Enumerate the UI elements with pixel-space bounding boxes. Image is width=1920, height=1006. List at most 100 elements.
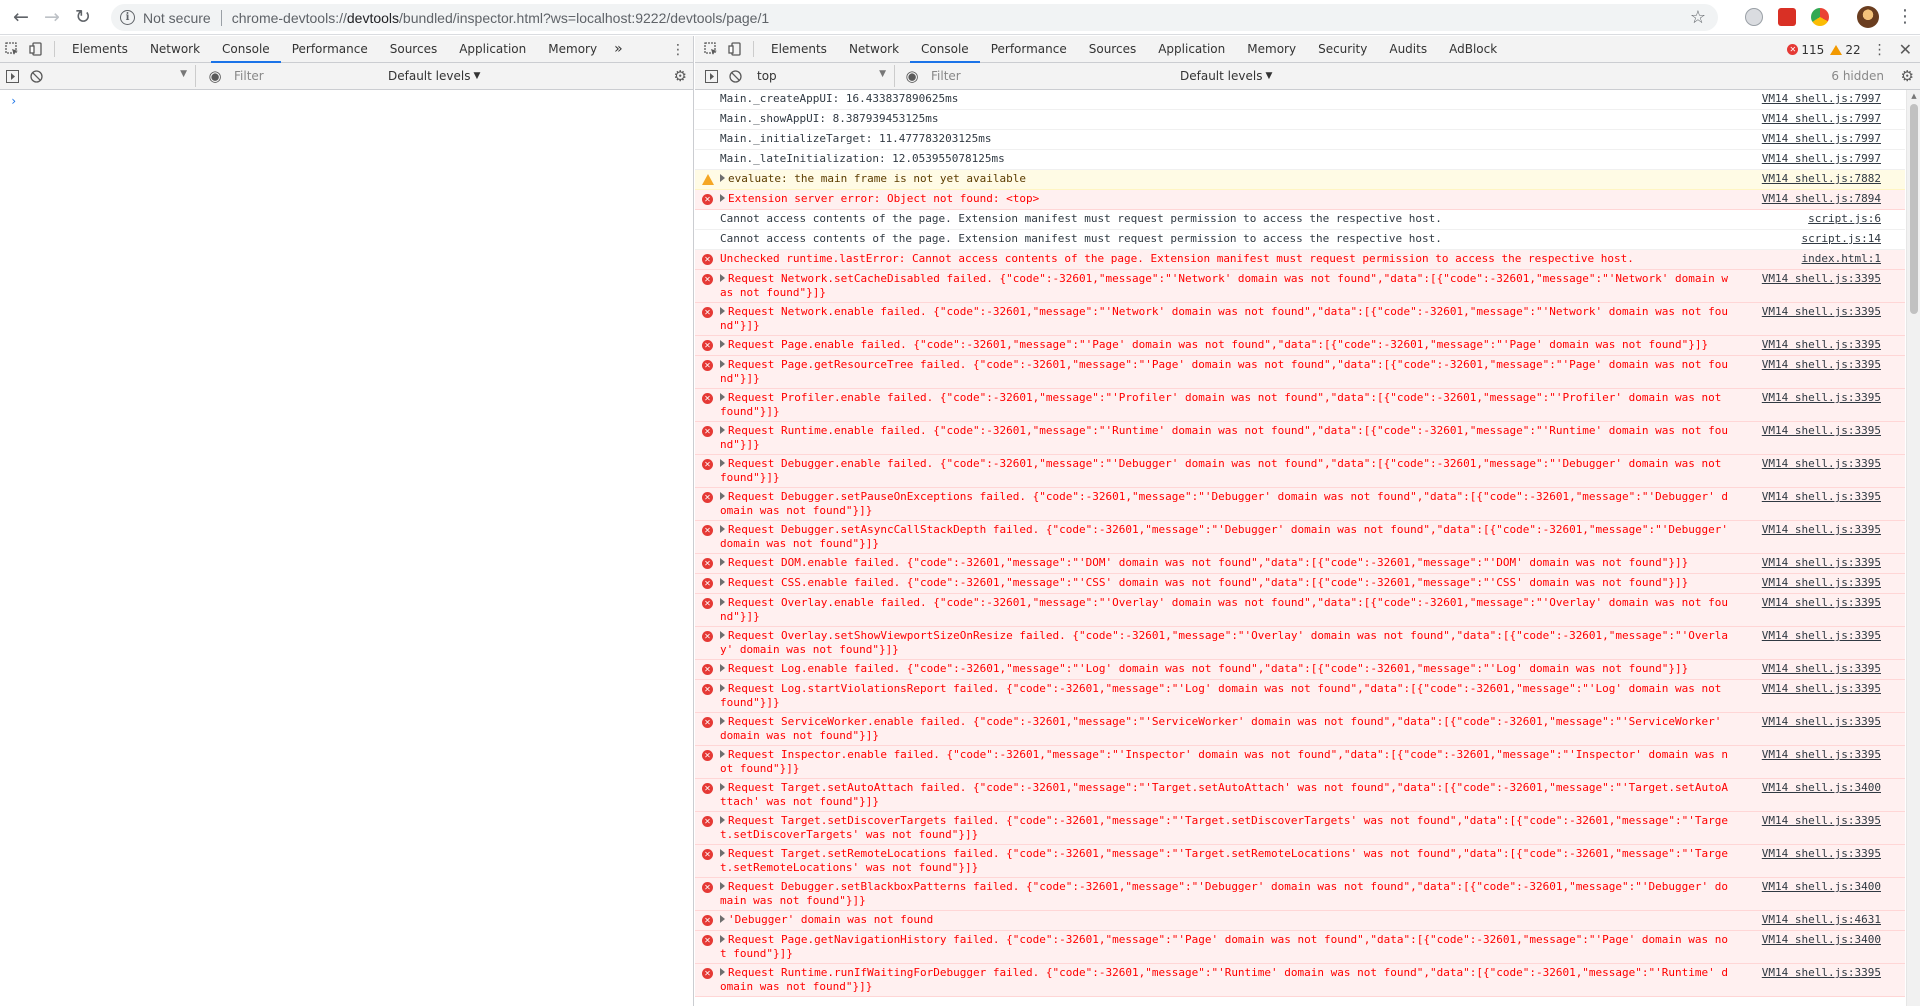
source-link[interactable]: script.js:14	[1802, 232, 1881, 246]
console-message[interactable]: ✕ Request Network.setCacheDisabled failed…	[695, 270, 1905, 303]
source-link[interactable]: VM14 shell.js:3395	[1762, 556, 1881, 570]
expand-triangle-icon[interactable]	[720, 578, 725, 586]
source-link[interactable]: VM14 shell.js:3395	[1762, 814, 1881, 828]
expand-triangle-icon[interactable]	[720, 194, 725, 202]
log-levels-dropdown[interactable]: Default levels ▼	[1180, 69, 1272, 83]
issue-counter[interactable]: ✕ 115 22	[1787, 43, 1861, 57]
scroll-thumb[interactable]	[1910, 104, 1918, 314]
source-link[interactable]: VM14 shell.js:3395	[1762, 682, 1881, 696]
tab-network[interactable]: Network	[838, 36, 910, 63]
tab-console[interactable]: Console	[910, 36, 980, 63]
tab-audits[interactable]: Audits	[1378, 36, 1438, 63]
expand-triangle-icon[interactable]	[720, 968, 725, 976]
expand-triangle-icon[interactable]	[720, 492, 725, 500]
source-link[interactable]: VM14 shell.js:7882	[1762, 172, 1881, 186]
source-link[interactable]: VM14 shell.js:3395	[1762, 305, 1881, 319]
sidebar-toggle-icon[interactable]	[0, 63, 24, 90]
tab-elements[interactable]: Elements	[760, 36, 838, 63]
tab-adblock[interactable]: AdBlock	[1438, 36, 1508, 63]
log-levels-dropdown[interactable]: Default levels ▼	[388, 69, 480, 83]
source-link[interactable]: VM14 shell.js:3395	[1762, 457, 1881, 471]
expand-triangle-icon[interactable]	[720, 558, 725, 566]
gear-icon[interactable]: ⚙	[674, 67, 687, 85]
source-link[interactable]: VM14 shell.js:3395	[1762, 576, 1881, 590]
console-message[interactable]: ✕ Request DOM.enable failed. {"code":-326…	[695, 554, 1905, 574]
console-message[interactable]: ✕ Request Debugger.setBlackboxPatterns fa…	[695, 878, 1905, 911]
source-link[interactable]: VM14 shell.js:3395	[1762, 358, 1881, 372]
expand-triangle-icon[interactable]	[720, 849, 725, 857]
context-select[interactable]: top ▼	[751, 65, 895, 87]
clear-console-icon[interactable]	[723, 63, 747, 90]
expand-triangle-icon[interactable]	[720, 174, 725, 182]
source-link[interactable]: VM14 shell.js:3395	[1762, 391, 1881, 405]
tab-console[interactable]: Console	[211, 36, 281, 63]
back-arrow-icon[interactable]: ←	[7, 3, 35, 31]
source-link[interactable]: VM14 shell.js:3395	[1762, 966, 1881, 980]
tab-memory[interactable]: Memory	[1236, 36, 1307, 63]
device-toolbar-icon[interactable]	[24, 36, 48, 63]
console-message[interactable]: ✕ Request Runtime.enable failed. {"code":…	[695, 422, 1905, 455]
url-text[interactable]: chrome-devtools://devtools/bundled/inspe…	[232, 10, 769, 26]
expand-triangle-icon[interactable]	[720, 816, 725, 824]
tab-application[interactable]: Application	[448, 36, 537, 63]
source-link[interactable]: VM14 shell.js:3395	[1762, 662, 1881, 676]
expand-triangle-icon[interactable]	[720, 717, 725, 725]
console-message[interactable]: ✕ Request Target.setAutoAttach failed. {"…	[695, 779, 1905, 812]
expand-triangle-icon[interactable]	[720, 525, 725, 533]
filter-input[interactable]	[925, 65, 1180, 87]
scrollbar[interactable]: ▲	[1906, 90, 1920, 1006]
browser-menu-icon[interactable]: ⋮	[1896, 6, 1914, 27]
context-select[interactable]: ▼	[48, 65, 196, 87]
expand-triangle-icon[interactable]	[720, 598, 725, 606]
tab-sources[interactable]: Sources	[379, 36, 448, 63]
profile-avatar[interactable]	[1857, 6, 1879, 28]
forward-arrow-icon[interactable]: →	[38, 3, 66, 31]
inspect-element-icon[interactable]	[699, 36, 723, 63]
console-message[interactable]: ✕ Request ServiceWorker.enable failed. {"…	[695, 713, 1905, 746]
extension-icon[interactable]	[1811, 8, 1829, 26]
bookmark-star-icon[interactable]: ☆	[1690, 7, 1706, 28]
console-message[interactable]: ✕ Request Network.enable failed. {"code":…	[695, 303, 1905, 336]
source-link[interactable]: VM14 shell.js:3395	[1762, 715, 1881, 729]
tab-network[interactable]: Network	[139, 36, 211, 63]
tab-security[interactable]: Security	[1307, 36, 1378, 63]
address-bar[interactable]: i Not secure chrome-devtools://devtools/…	[111, 4, 1718, 31]
source-link[interactable]: VM14 shell.js:3395	[1762, 338, 1881, 352]
extension-icon[interactable]	[1778, 8, 1796, 26]
source-link[interactable]: VM14 shell.js:3395	[1762, 272, 1881, 286]
expand-triangle-icon[interactable]	[720, 360, 725, 368]
expand-triangle-icon[interactable]	[720, 393, 725, 401]
console-message[interactable]: ✕ Request Debugger.setPauseOnExceptions f…	[695, 488, 1905, 521]
sidebar-toggle-icon[interactable]	[699, 63, 723, 90]
source-link[interactable]: VM14 shell.js:7894	[1762, 192, 1881, 206]
console-message[interactable]: ✕ Request Inspector.enable failed. {"code…	[695, 746, 1905, 779]
more-tabs-button[interactable]: »	[608, 41, 629, 57]
source-link[interactable]: VM14 shell.js:3395	[1762, 490, 1881, 504]
expand-triangle-icon[interactable]	[720, 274, 725, 282]
console-message[interactable]: ✕ Request Page.enable failed. {"code":-32…	[695, 336, 1905, 356]
expand-triangle-icon[interactable]	[720, 340, 725, 348]
source-link[interactable]: VM14 shell.js:3395	[1762, 523, 1881, 537]
tab-elements[interactable]: Elements	[61, 36, 139, 63]
source-link[interactable]: VM14 shell.js:3400	[1762, 880, 1881, 894]
extension-icon[interactable]	[1745, 8, 1763, 26]
expand-triangle-icon[interactable]	[720, 882, 725, 890]
tab-performance[interactable]: Performance	[281, 36, 379, 63]
expand-triangle-icon[interactable]	[720, 664, 725, 672]
expand-triangle-icon[interactable]	[720, 684, 725, 692]
device-toolbar-icon[interactable]	[723, 36, 747, 63]
source-link[interactable]: VM14 shell.js:3400	[1762, 781, 1881, 795]
console-message[interactable]: evaluate: the main frame is not yet avai…	[695, 170, 1905, 190]
source-link[interactable]: index.html:1	[1802, 252, 1881, 266]
tab-performance[interactable]: Performance	[980, 36, 1078, 63]
scroll-up-icon[interactable]: ▲	[1907, 90, 1920, 102]
info-icon[interactable]: i	[120, 10, 135, 25]
expand-triangle-icon[interactable]	[720, 783, 725, 791]
tab-sources[interactable]: Sources	[1078, 36, 1147, 63]
source-link[interactable]: VM14 shell.js:3395	[1762, 629, 1881, 643]
console-message[interactable]: ✕ Request Debugger.enable failed. {"code"…	[695, 455, 1905, 488]
source-link[interactable]: VM14 shell.js:4631	[1762, 913, 1881, 927]
expand-triangle-icon[interactable]	[720, 426, 725, 434]
console-message[interactable]: ✕ Request Overlay.enable failed. {"code":…	[695, 594, 1905, 627]
console-message[interactable]: ✕ Extension server error: Object not foun…	[695, 190, 1905, 210]
